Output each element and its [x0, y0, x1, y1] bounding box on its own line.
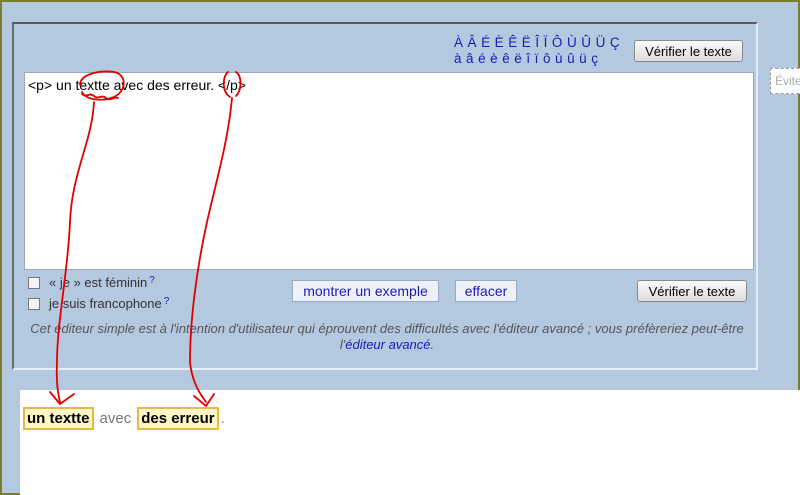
feminine-help-link[interactable]: ?	[149, 275, 155, 286]
francophone-option[interactable]: je suis francophone ?	[28, 296, 169, 311]
francophone-help-link[interactable]: ?	[164, 296, 170, 307]
show-example-button[interactable]: montrer un exemple	[292, 280, 439, 302]
top-band	[2, 2, 798, 20]
editor-note: Cet éditeur simple est à l'intention d'u…	[26, 321, 748, 353]
accent-row-lower[interactable]: à â é è ê ë î ï ô ù û ü ç	[454, 51, 620, 67]
results-line: un textte avec des erreur .	[23, 407, 231, 430]
verify-text-button-top[interactable]: Vérifier le texte	[634, 40, 743, 62]
editor-note-end: .	[430, 337, 435, 352]
text-input-value: <p> un textte avec des erreur. </p>	[28, 77, 246, 93]
text-input-area[interactable]: <p> un textte avec des erreur. </p>	[24, 72, 754, 270]
results-end: .	[220, 410, 225, 427]
francophone-checkbox[interactable]	[28, 297, 40, 310]
side-input-field[interactable]: Évite	[770, 68, 800, 94]
advanced-editor-link[interactable]: éditeur avancé	[345, 337, 430, 352]
francophone-label: je suis francophone	[49, 296, 162, 311]
feminine-label: « je » est féminin	[49, 275, 148, 290]
feminine-option[interactable]: « je » est féminin ?	[28, 275, 155, 290]
side-input-placeholder: Évite	[775, 74, 800, 88]
verify-text-button-bottom[interactable]: Vérifier le texte	[637, 280, 747, 302]
feminine-checkbox[interactable]	[28, 276, 40, 289]
error-highlight-1[interactable]: un textte	[23, 407, 94, 430]
editor-panel: À Â É È Ê Ë Î Ï Ô Ù Û Ü Ç à â é è ê ë î …	[12, 22, 758, 370]
accent-characters[interactable]: À Â É È Ê Ë Î Ï Ô Ù Û Ü Ç à â é è ê ë î …	[454, 35, 620, 67]
accent-row-upper[interactable]: À Â É È Ê Ë Î Ï Ô Ù Û Ü Ç	[454, 35, 620, 51]
error-highlight-2[interactable]: des erreur	[137, 407, 219, 430]
clear-button[interactable]: effacer	[455, 280, 517, 302]
results-panel: un textte avec des erreur .	[20, 390, 800, 495]
results-plain-word: avec	[99, 410, 132, 427]
